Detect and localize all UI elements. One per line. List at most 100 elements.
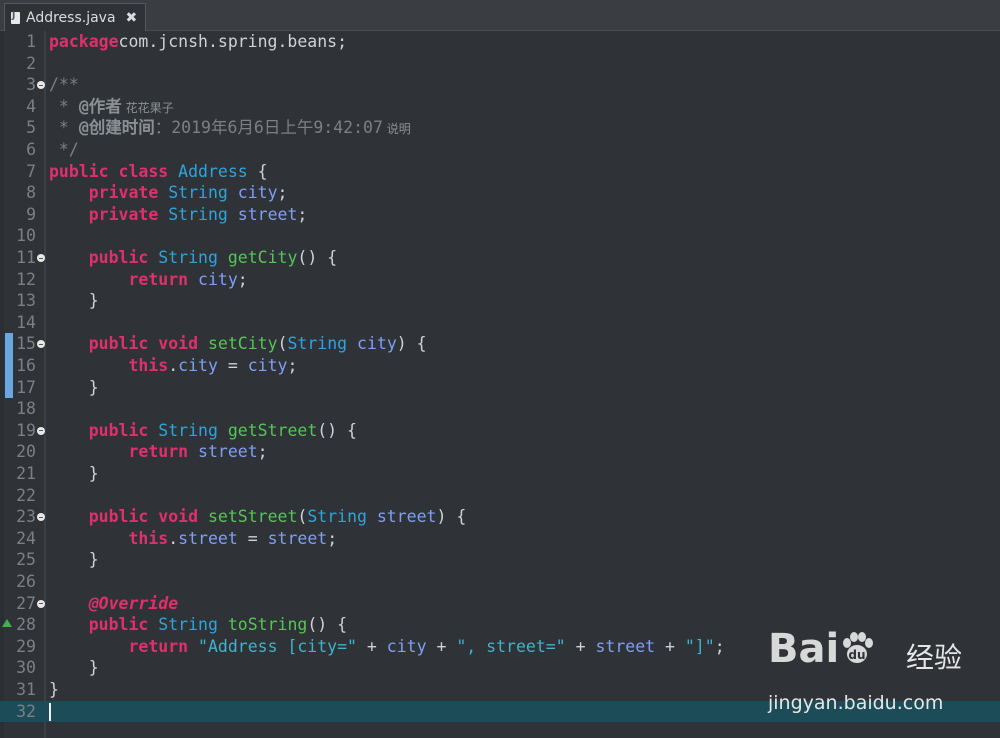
- code-token: String: [158, 248, 218, 267]
- code-token: () {: [307, 615, 348, 635]
- code-line[interactable]: 14: [0, 312, 1000, 334]
- code-token: =: [217, 356, 248, 375]
- code-line[interactable]: 18: [0, 398, 1000, 420]
- fold-collapse-icon[interactable]: [37, 599, 45, 608]
- code-text: */: [49, 139, 79, 161]
- code-token: ;: [277, 183, 288, 203]
- watermark-url: jingyan.baidu.com: [768, 692, 944, 714]
- code-token: ) {: [436, 507, 467, 527]
- fold-collapse-icon[interactable]: [37, 426, 45, 435]
- line-number: 17: [16, 377, 36, 397]
- code-token: city: [178, 356, 218, 375]
- code-line[interactable]: 5 * @创建时间：2019年6月6日上午9:42:07 说明: [0, 117, 1000, 139]
- code-token: ;: [237, 269, 248, 289]
- code-token: setCity: [207, 334, 278, 354]
- code-line[interactable]: 20 return street;: [0, 441, 1000, 463]
- code-token: public: [49, 161, 109, 181]
- code-token: }: [49, 464, 99, 483]
- code-text: }: [49, 679, 59, 701]
- code-line[interactable]: 11 public String getCity() {: [0, 247, 1000, 269]
- code-line[interactable]: 9 private String street;: [0, 204, 1000, 226]
- tab-address-java[interactable]: Address.java ✖: [4, 3, 147, 31]
- code-token: ", street=": [456, 636, 566, 656]
- code-line[interactable]: 19 public String getStreet() {: [0, 420, 1000, 442]
- code-token: this: [128, 356, 169, 375]
- code-token: public: [88, 507, 149, 527]
- code-token: public: [88, 334, 149, 354]
- code-text: }: [49, 463, 99, 485]
- line-number: 24: [16, 528, 36, 548]
- code-line[interactable]: 22: [0, 485, 1000, 507]
- code-line[interactable]: 8 private String city;: [0, 182, 1000, 204]
- code-text: public String getStreet() {: [49, 420, 357, 442]
- line-number: 30: [16, 658, 36, 678]
- fold-collapse-icon[interactable]: [37, 340, 45, 349]
- code-text: private String city;: [49, 182, 288, 204]
- code-token: 说明: [382, 122, 411, 137]
- code-line[interactable]: 21 }: [0, 463, 1000, 485]
- line-number: 29: [16, 636, 36, 656]
- code-token: ;: [257, 442, 268, 462]
- code-token: 花花果子: [121, 100, 174, 115]
- code-line[interactable]: 6 */: [0, 139, 1000, 161]
- baidu-jingyan-watermark: Bai du 经验 jingyan.baidu.com: [768, 626, 968, 716]
- code-token: String: [168, 183, 228, 203]
- code-token: (: [297, 507, 308, 527]
- code-token: @创建时间: [78, 118, 155, 138]
- code-line[interactable]: 10: [0, 225, 1000, 247]
- code-line[interactable]: 15 public void setCity(String city) {: [0, 333, 1000, 355]
- code-token: void: [158, 334, 199, 354]
- code-line[interactable]: 12 return city;: [0, 269, 1000, 291]
- fold-collapse-icon[interactable]: [37, 513, 45, 522]
- code-line[interactable]: 16 this.city = city;: [0, 355, 1000, 377]
- code-token: public: [88, 420, 149, 440]
- code-token: String: [158, 615, 218, 635]
- code-line[interactable]: 25 }: [0, 549, 1000, 571]
- code-line[interactable]: 24 this.street = street;: [0, 528, 1000, 550]
- line-number: 26: [16, 572, 36, 591]
- line-number: 27: [16, 593, 36, 613]
- code-line[interactable]: 1 packagecom.jcnsh.spring.beans;: [0, 31, 1000, 53]
- line-number: 10: [16, 226, 36, 246]
- svg-text:du: du: [849, 648, 866, 662]
- fold-collapse-icon[interactable]: [37, 254, 45, 262]
- code-token: String: [307, 507, 367, 527]
- fold-collapse-icon[interactable]: [37, 81, 45, 90]
- code-token: }: [49, 658, 99, 678]
- code-line[interactable]: 17 }: [0, 376, 1000, 399]
- code-token: */: [49, 140, 79, 159]
- code-line[interactable]: 13 }: [0, 290, 1000, 312]
- code-line[interactable]: 23 public void setStreet(String street) …: [0, 506, 1000, 528]
- code-line[interactable]: 7 public class Address {: [0, 161, 1000, 183]
- code-token: street: [237, 204, 298, 224]
- line-number: 1: [26, 32, 36, 51]
- java-file-icon: [11, 11, 20, 24]
- code-token: +: [426, 636, 457, 656]
- code-line[interactable]: 3 /**: [0, 74, 1000, 96]
- close-icon[interactable]: ✖: [126, 10, 138, 26]
- code-line[interactable]: 27 @Override: [0, 593, 1000, 615]
- code-token: }: [49, 291, 99, 311]
- code-line[interactable]: 26: [0, 571, 1000, 593]
- code-line[interactable]: 2: [0, 53, 1000, 75]
- code-token: }: [49, 680, 59, 699]
- code-token: +: [356, 636, 387, 656]
- code-line[interactable]: 4 * @作者 花花果子: [0, 96, 1000, 118]
- code-token: @Override: [88, 593, 179, 613]
- code-text: return street;: [49, 441, 268, 463]
